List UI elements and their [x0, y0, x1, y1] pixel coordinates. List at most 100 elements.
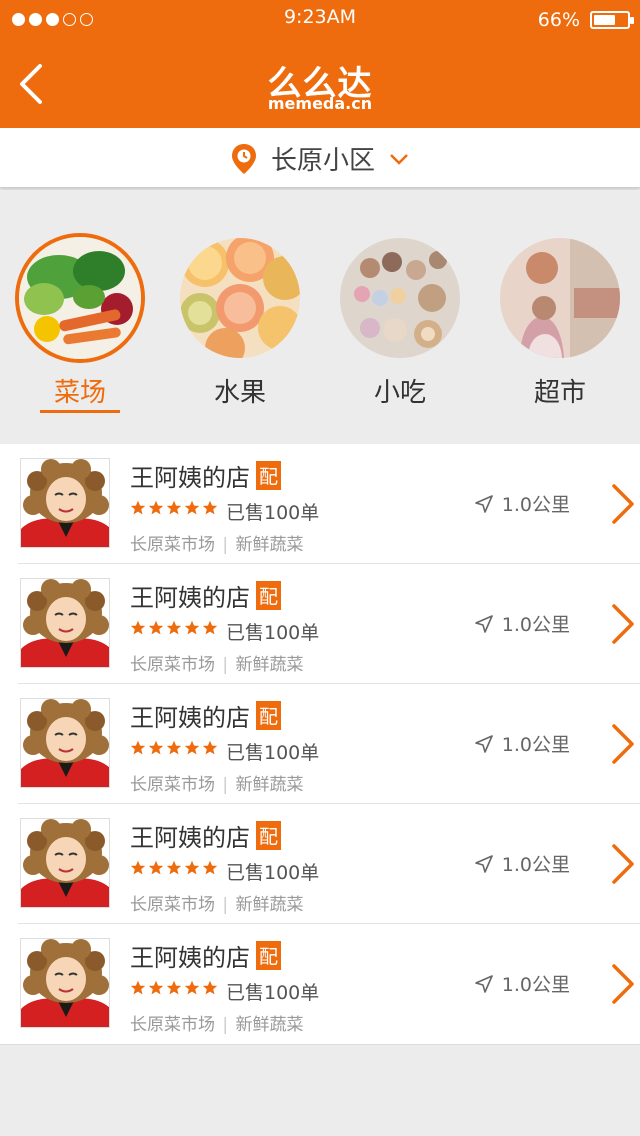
vegetables-image — [15, 233, 145, 363]
star-icon — [148, 740, 164, 760]
shop-name-line: 王阿姨的店配 — [130, 458, 282, 493]
sold-count: 已售100单 — [226, 862, 320, 884]
rating-stars — [130, 500, 218, 520]
meta-separator: | — [222, 775, 229, 795]
shop-list-item[interactable]: 王阿姨的店配 已售100单 长原菜市场 | 新鲜蔬菜 1.0公里 — [18, 684, 640, 804]
shop-avatar — [20, 818, 110, 908]
distance-value: 1.0公里 — [501, 734, 570, 756]
distance-value: 1.0公里 — [501, 974, 570, 996]
app-header: 9:23AM 66% 么么达 memeda.cn — [0, 0, 640, 128]
chevron-right-icon[interactable] — [610, 482, 636, 526]
shop-list-item[interactable]: 王阿姨的店配 已售100单 长原菜市场 | 新鲜蔬菜 1.0公里 — [18, 924, 640, 1044]
shop-meta: 长原菜市场 | 新鲜蔬菜 — [130, 650, 304, 675]
delivery-badge: 配 — [256, 941, 282, 970]
delivery-badge: 配 — [256, 821, 282, 850]
chevron-right-icon[interactable] — [610, 722, 636, 766]
shop-list: 王阿姨的店配 已售100单 长原菜市场 | 新鲜蔬菜 1.0公里 王阿姨的店 配… — [0, 444, 640, 1045]
star-icon — [202, 500, 218, 520]
star-icon — [166, 500, 182, 520]
meta-separator: | — [222, 1015, 229, 1035]
category-fruit[interactable]: 水果 — [175, 238, 305, 428]
shop-tag: 新鲜蔬菜 — [235, 1015, 304, 1035]
star-icon — [166, 980, 182, 1000]
star-icon — [130, 860, 146, 880]
shop-distance: 1.0公里 — [474, 850, 570, 877]
delivery-badge: 配 — [256, 581, 282, 610]
navigation-arrow-icon — [474, 974, 493, 993]
location-selector[interactable]: 长原小区 — [0, 128, 640, 188]
shop-name-line: 王阿姨的店配 — [130, 938, 282, 973]
shop-meta: 长原菜市场 | 新鲜蔬菜 — [130, 770, 304, 795]
location-label: 长原小区 — [270, 146, 375, 176]
star-icon — [202, 980, 218, 1000]
shop-tag: 新鲜蔬菜 — [235, 895, 304, 915]
category-label: 菜场 — [53, 378, 106, 408]
star-icon — [130, 740, 146, 760]
category-label: 小吃 — [373, 378, 426, 408]
star-icon — [148, 980, 164, 1000]
shop-list-item[interactable]: 王阿姨的店配 已售100单 长原菜市场 | 新鲜蔬菜 1.0公里 — [18, 564, 640, 684]
star-icon — [148, 500, 164, 520]
category-snacks[interactable]: 小吃 — [335, 238, 465, 428]
shop-list-item[interactable]: 王阿姨的店配 已售100单 长原菜市场 | 新鲜蔬菜 1.0公里 — [18, 444, 640, 564]
shop-name: 王阿姨的店 — [130, 584, 250, 612]
star-icon — [166, 620, 182, 640]
distance-value: 1.0公里 — [501, 494, 570, 516]
shop-tag: 新鲜蔬菜 — [235, 775, 304, 795]
rating-stars — [130, 620, 218, 640]
location-pin-icon — [231, 143, 256, 174]
rating-stars — [130, 740, 218, 760]
star-icon — [148, 860, 164, 880]
supermarket-image — [500, 238, 620, 358]
sold-count: 已售100单 — [226, 982, 320, 1004]
navigation-arrow-icon — [474, 734, 493, 753]
navigation-arrow-icon — [474, 494, 493, 513]
shop-distance: 1.0公里 — [474, 970, 570, 997]
shop-market: 长原菜市场 — [130, 535, 215, 555]
shop-list-item[interactable]: 王阿姨的店配 已售100单 长原菜市场 | 新鲜蔬菜 1.0公里 — [18, 804, 640, 924]
sold-count: 已售100单 — [226, 742, 320, 764]
shop-tag: 新鲜蔬菜 — [235, 535, 304, 555]
star-icon — [130, 620, 146, 640]
chevron-right-icon[interactable] — [610, 842, 636, 886]
star-icon — [166, 860, 182, 880]
meta-separator: | — [222, 655, 229, 675]
shop-market: 长原菜市场 — [130, 655, 215, 675]
rating-stars — [130, 980, 218, 1000]
shop-tag: 新鲜蔬菜 — [235, 655, 304, 675]
app-logo-domain: memeda.cn — [267, 94, 373, 113]
shop-avatar — [20, 578, 110, 668]
star-icon — [166, 740, 182, 760]
navigation-arrow-icon — [474, 614, 493, 633]
shop-meta: 长原菜市场 | 新鲜蔬菜 — [130, 890, 304, 915]
delivery-badge: 配 — [256, 461, 282, 490]
distance-value: 1.0公里 — [501, 614, 570, 636]
star-icon — [184, 980, 200, 1000]
chevron-right-icon[interactable] — [610, 962, 636, 1006]
star-icon — [130, 980, 146, 1000]
shop-avatar — [20, 938, 110, 1028]
category-supermarket[interactable]: 超市 — [495, 238, 625, 428]
category-bar: 菜场 水果 小吃 超市 — [0, 190, 640, 442]
status-bar: 9:23AM 66% — [0, 0, 640, 40]
shop-market: 长原菜市场 — [130, 895, 215, 915]
shop-distance: 1.0公里 — [474, 490, 570, 517]
chevron-down-icon — [390, 153, 408, 165]
meta-separator: | — [222, 535, 229, 555]
shop-name-line: 王阿姨的店配 — [130, 578, 282, 613]
shop-avatar — [20, 458, 110, 548]
star-icon — [202, 620, 218, 640]
shop-name: 王阿姨的店 — [130, 464, 250, 492]
distance-value: 1.0公里 — [501, 854, 570, 876]
shop-meta: 长原菜市场 | 新鲜蔬菜 — [130, 530, 304, 555]
category-vegetable-market[interactable]: 菜场 — [15, 233, 145, 428]
star-icon — [184, 860, 200, 880]
shop-market: 长原菜市场 — [130, 1015, 215, 1035]
battery-icon — [590, 11, 634, 29]
shop-name: 王阿姨的店 — [130, 824, 250, 852]
chevron-right-icon[interactable] — [610, 602, 636, 646]
shop-distance: 1.0公里 — [474, 730, 570, 757]
star-icon — [202, 740, 218, 760]
star-icon — [184, 620, 200, 640]
sold-count: 已售100单 — [226, 502, 320, 524]
